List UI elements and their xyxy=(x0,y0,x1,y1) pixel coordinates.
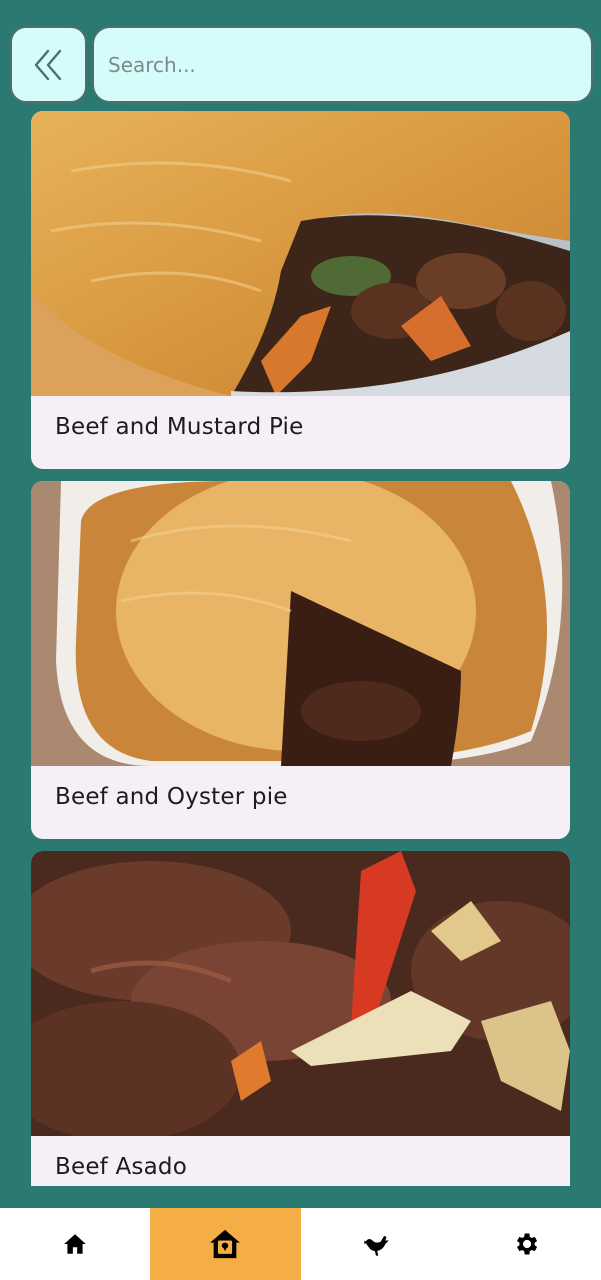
search-input[interactable] xyxy=(108,52,591,77)
nav-home[interactable] xyxy=(0,1208,150,1280)
search-field[interactable] xyxy=(92,26,593,103)
recipe-card[interactable]: Beef and Mustard Pie xyxy=(31,111,570,469)
double-chevron-left-icon xyxy=(34,49,61,80)
gear-icon xyxy=(516,1233,537,1255)
recipe-card[interactable]: Beef and Oyster pie xyxy=(31,481,570,839)
back-button[interactable] xyxy=(10,26,87,103)
recipe-image xyxy=(31,851,570,1136)
nav-chicken[interactable] xyxy=(301,1208,451,1280)
recipe-title: Beef Asado xyxy=(55,1154,187,1180)
chicken-icon xyxy=(363,1235,389,1256)
top-bar xyxy=(0,0,601,110)
home-icon xyxy=(64,1234,86,1254)
nav-recipes[interactable] xyxy=(150,1208,301,1280)
recipe-image xyxy=(31,111,570,396)
bottom-navigation xyxy=(0,1208,601,1280)
recipe-house-icon xyxy=(210,1229,241,1259)
recipe-title: Beef and Mustard Pie xyxy=(55,414,304,440)
nav-settings[interactable] xyxy=(451,1208,601,1280)
recipe-image xyxy=(31,481,570,766)
recipe-title: Beef and Oyster pie xyxy=(55,784,288,810)
recipe-list[interactable]: Beef and Mustard Pie Beef and Oyster pie xyxy=(0,110,601,1186)
recipe-card[interactable]: Beef Asado xyxy=(31,851,570,1186)
